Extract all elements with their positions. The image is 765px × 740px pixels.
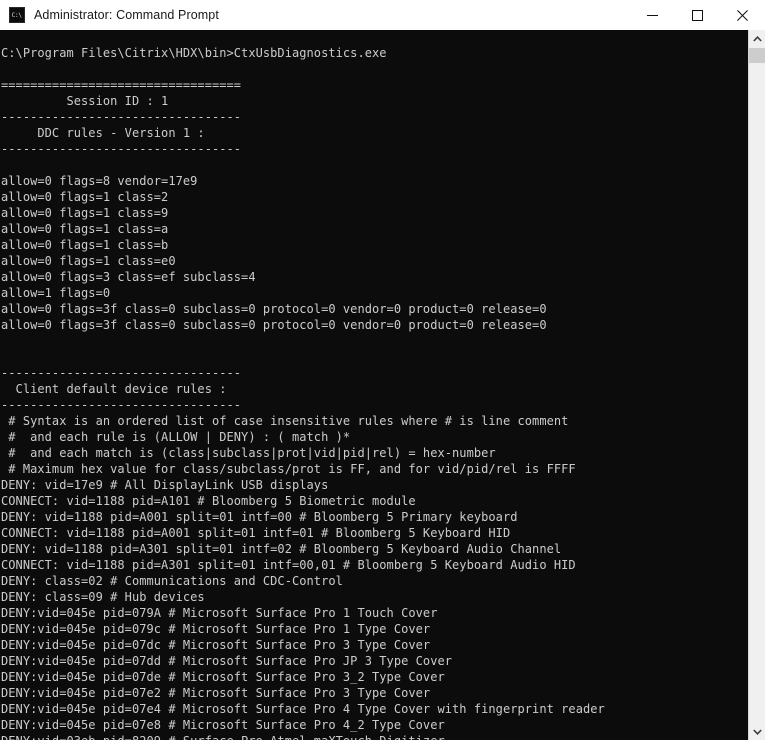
chevron-up-icon bbox=[752, 35, 762, 42]
command-prompt-icon: C:\ bbox=[9, 7, 25, 23]
maximize-icon bbox=[692, 9, 703, 21]
console-output-area[interactable]: C:\Program Files\Citrix\HDX\bin>CtxUsbDi… bbox=[0, 30, 748, 740]
console-text: C:\Program Files\Citrix\HDX\bin>CtxUsbDi… bbox=[1, 46, 605, 740]
minimize-button[interactable] bbox=[630, 0, 675, 30]
window-titlebar[interactable]: C:\ Administrator: Command Prompt bbox=[0, 0, 765, 31]
scrollbar-down-button[interactable] bbox=[749, 723, 765, 740]
window-title: Administrator: Command Prompt bbox=[34, 8, 219, 22]
close-icon bbox=[737, 9, 748, 21]
console-scrollbar[interactable] bbox=[748, 30, 765, 740]
titlebar-title-area: C:\ Administrator: Command Prompt bbox=[0, 7, 630, 23]
command-prompt-window: C:\ Administrator: Command Prompt C:\Pro… bbox=[0, 0, 765, 740]
minimize-icon bbox=[647, 14, 658, 16]
maximize-button[interactable] bbox=[675, 0, 720, 30]
close-button[interactable] bbox=[720, 0, 765, 30]
scrollbar-up-button[interactable] bbox=[749, 30, 765, 47]
scrollbar-thumb[interactable] bbox=[749, 48, 765, 63]
command-prompt-icon-glyph: C:\ bbox=[11, 10, 23, 19]
chevron-down-icon bbox=[752, 728, 762, 735]
